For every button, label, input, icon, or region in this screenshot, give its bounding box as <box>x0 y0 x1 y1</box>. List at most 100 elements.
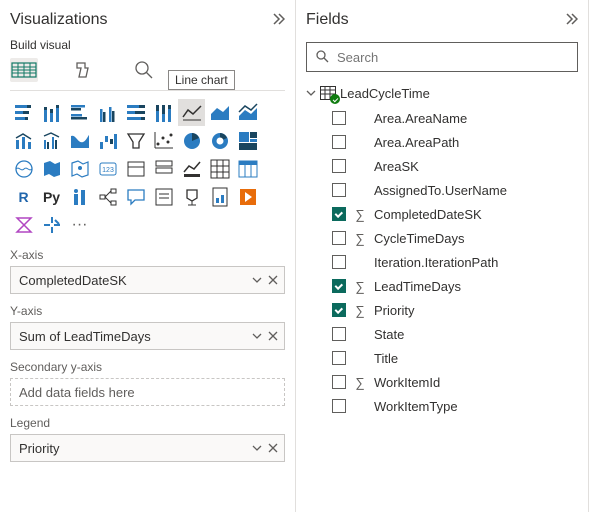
clustered-column-icon[interactable] <box>94 99 121 126</box>
yaxis-remove-icon[interactable] <box>268 329 278 344</box>
format-mode-button[interactable] <box>70 58 98 82</box>
waterfall-icon[interactable] <box>94 127 121 154</box>
get-more-visuals-icon[interactable] <box>38 211 65 238</box>
field-row[interactable]: ∑Iteration.IterationPath <box>332 250 578 274</box>
goals-icon[interactable] <box>178 183 205 210</box>
xaxis-dropdown-icon[interactable] <box>252 273 262 288</box>
table-icon[interactable] <box>234 155 261 182</box>
build-mode-button[interactable] <box>10 58 38 82</box>
decomposition-tree-icon[interactable] <box>94 183 121 210</box>
yaxis-well[interactable]: Sum of LeadTimeDays <box>10 322 285 350</box>
line-clustered-column-icon[interactable] <box>38 127 65 154</box>
field-row[interactable]: ∑State <box>332 322 578 346</box>
field-checkbox[interactable] <box>332 231 346 245</box>
field-row[interactable]: ∑CycleTimeDays <box>332 226 578 250</box>
xaxis-remove-icon[interactable] <box>268 273 278 288</box>
treemap-icon[interactable] <box>234 127 261 154</box>
legend-remove-icon[interactable] <box>268 441 278 456</box>
fields-search[interactable] <box>306 42 578 72</box>
legend-label: Legend <box>10 416 285 430</box>
clustered-bar-icon[interactable] <box>66 99 93 126</box>
r-visual-icon[interactable]: R <box>10 183 37 210</box>
funnel-icon[interactable] <box>122 127 149 154</box>
fields-header: Fields <box>306 6 578 34</box>
sec-yaxis-placeholder: Add data fields here <box>11 385 284 400</box>
sec-yaxis-label: Secondary y-axis <box>10 360 285 374</box>
field-row[interactable]: ∑Area.AreaPath <box>332 130 578 154</box>
yaxis-dropdown-icon[interactable] <box>252 329 262 344</box>
donut-icon[interactable] <box>206 127 233 154</box>
map-icon[interactable] <box>10 155 37 182</box>
collapse-fields-icon[interactable] <box>564 12 578 29</box>
ribbon-chart-icon[interactable] <box>66 127 93 154</box>
power-apps-icon[interactable] <box>234 183 261 210</box>
table-node[interactable]: LeadCycleTime <box>306 82 578 104</box>
field-checkbox[interactable] <box>332 183 346 197</box>
fields-title: Fields <box>306 11 349 29</box>
area-chart-icon[interactable] <box>206 99 233 126</box>
fields-search-input[interactable] <box>335 49 569 66</box>
xaxis-value: CompletedDateSK <box>11 273 252 288</box>
line-stacked-column-icon[interactable] <box>10 127 37 154</box>
field-checkbox[interactable] <box>332 255 346 269</box>
qa-icon[interactable] <box>122 183 149 210</box>
yaxis-label: Y-axis <box>10 304 285 318</box>
stacked-column-100-icon[interactable] <box>150 99 177 126</box>
legend-dropdown-icon[interactable] <box>252 441 262 456</box>
legend-well[interactable]: Priority <box>10 434 285 462</box>
card-icon[interactable] <box>122 155 149 182</box>
scatter-icon[interactable] <box>150 127 177 154</box>
field-row[interactable]: ∑AssignedTo.UserName <box>332 178 578 202</box>
kpi-icon[interactable] <box>178 155 205 182</box>
field-name: WorkItemId <box>374 375 440 390</box>
field-checkbox[interactable] <box>332 351 346 365</box>
gauge-icon[interactable]: 123 <box>94 155 121 182</box>
stacked-bar-icon[interactable] <box>10 99 37 126</box>
azure-map-icon[interactable] <box>66 155 93 182</box>
table-source-icon <box>320 86 336 100</box>
field-row[interactable]: ∑CompletedDateSK <box>332 202 578 226</box>
xaxis-well[interactable]: CompletedDateSK <box>10 266 285 294</box>
field-name: Priority <box>374 303 414 318</box>
field-checkbox[interactable] <box>332 375 346 389</box>
field-checkbox[interactable] <box>332 303 346 317</box>
power-automate-icon[interactable] <box>10 211 37 238</box>
field-checkbox[interactable] <box>332 111 346 125</box>
stacked-bar-100-icon[interactable] <box>122 99 149 126</box>
more-options-icon[interactable]: ··· <box>66 211 93 238</box>
smart-narrative-icon[interactable] <box>150 183 177 210</box>
fields-tree: LeadCycleTime ∑Area.AreaName∑Area.AreaPa… <box>306 82 578 418</box>
stacked-area-icon[interactable] <box>234 99 261 126</box>
field-row[interactable]: ∑LeadTimeDays <box>332 274 578 298</box>
paginated-icon[interactable] <box>206 183 233 210</box>
python-visual-icon[interactable]: Py <box>38 183 65 210</box>
field-checkbox[interactable] <box>332 135 346 149</box>
line-chart-icon[interactable] <box>178 99 205 126</box>
filled-map-icon[interactable] <box>38 155 65 182</box>
field-checkbox[interactable] <box>332 327 346 341</box>
analytics-mode-button[interactable] <box>130 58 158 82</box>
field-checkbox[interactable] <box>332 159 346 173</box>
field-checkbox[interactable] <box>332 279 346 293</box>
field-row[interactable]: ∑AreaSK <box>332 154 578 178</box>
field-name: LeadTimeDays <box>374 279 461 294</box>
slicer-icon[interactable] <box>206 155 233 182</box>
viz-header: Visualizations <box>10 6 285 34</box>
legend-value: Priority <box>11 441 252 456</box>
field-row[interactable]: ∑WorkItemType <box>332 394 578 418</box>
stacked-column-icon[interactable] <box>38 99 65 126</box>
check-badge-icon <box>330 94 340 104</box>
sec-yaxis-well[interactable]: Add data fields here <box>10 378 285 406</box>
field-row[interactable]: ∑Title <box>332 346 578 370</box>
mode-row: Line chart <box>10 58 285 82</box>
collapse-viz-icon[interactable] <box>271 12 285 29</box>
multi-row-card-icon[interactable] <box>150 155 177 182</box>
field-row[interactable]: ∑Priority <box>332 298 578 322</box>
build-visual-label: Build visual <box>10 38 285 52</box>
pie-icon[interactable] <box>178 127 205 154</box>
field-checkbox[interactable] <box>332 399 346 413</box>
field-row[interactable]: ∑Area.AreaName <box>332 106 578 130</box>
field-row[interactable]: ∑WorkItemId <box>332 370 578 394</box>
field-checkbox[interactable] <box>332 207 346 221</box>
key-influencers-icon[interactable] <box>66 183 93 210</box>
